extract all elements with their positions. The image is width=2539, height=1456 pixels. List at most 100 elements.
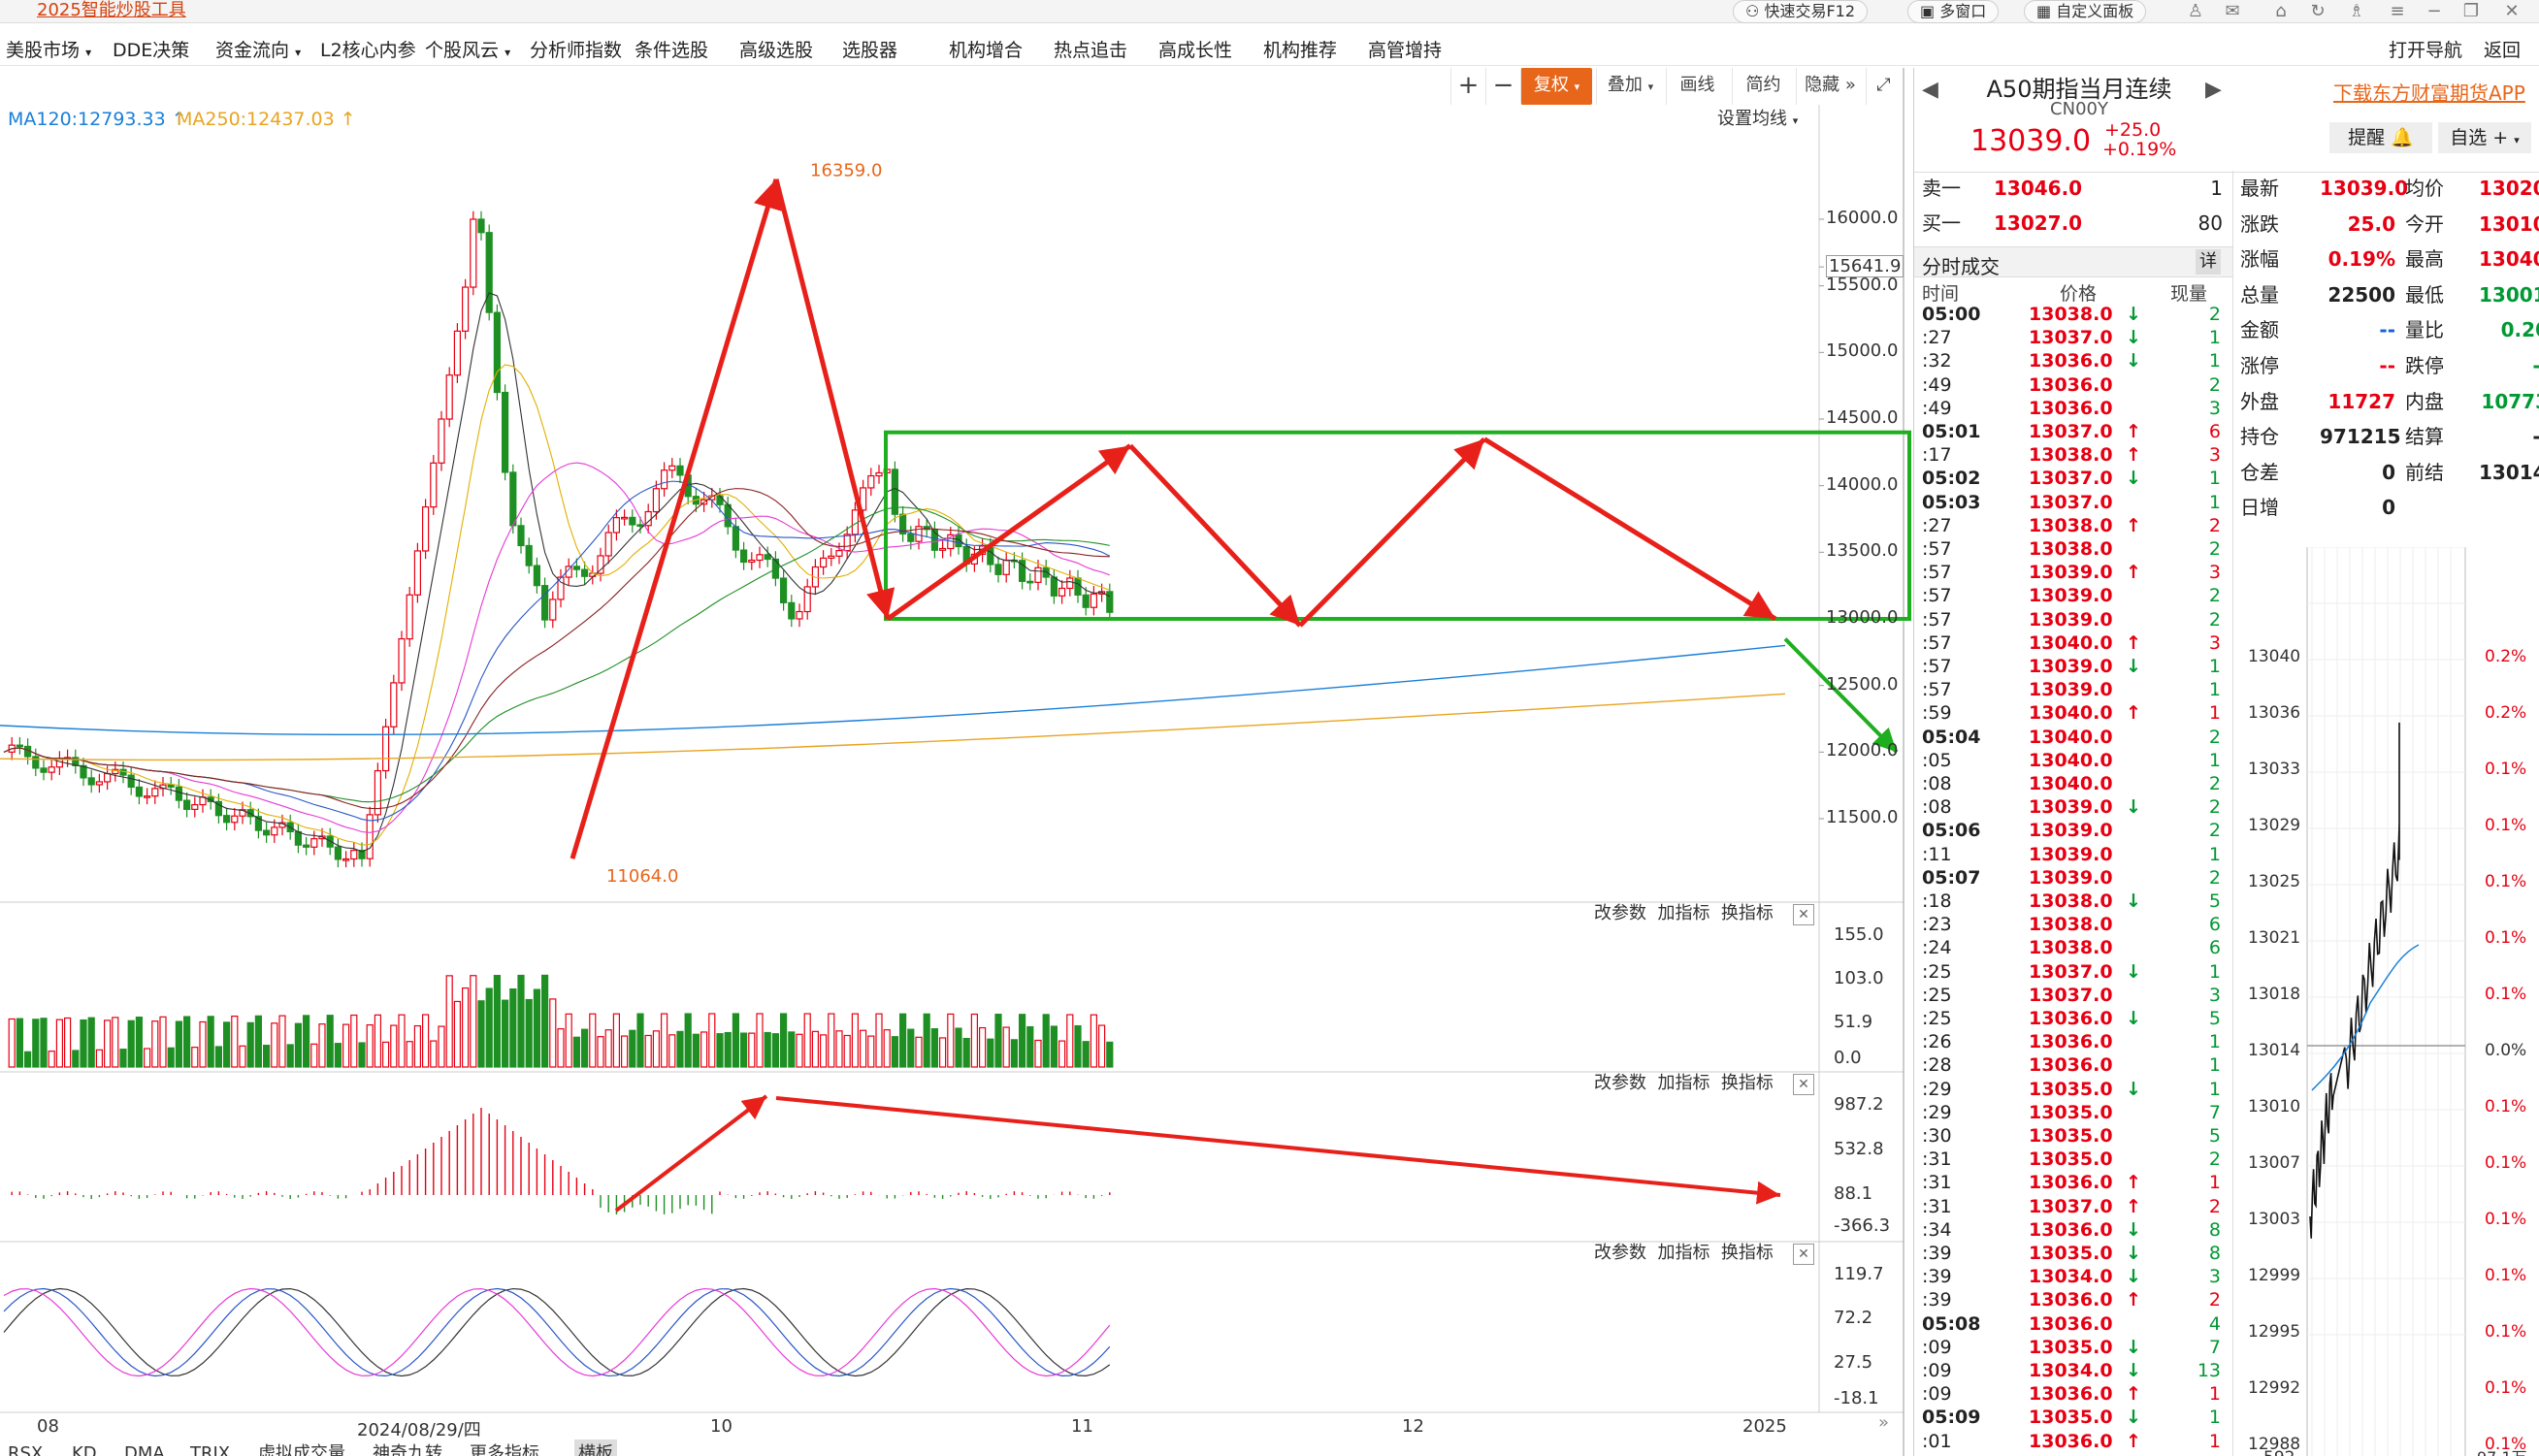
volume-bar (739, 1032, 748, 1068)
multi-window-button[interactable]: ▣ 多窗口 (1907, 0, 2000, 23)
volume-bar (930, 1028, 939, 1068)
tick-time: :09 (1922, 1360, 1952, 1381)
tick-row: 05:03 13037.0 1 (1914, 491, 2225, 514)
stat-label: 量比 (2405, 318, 2444, 342)
self-select-button[interactable]: 自选 + ▾ (2438, 122, 2531, 153)
tab-kd[interactable]: KD (72, 1440, 97, 1456)
panel-icon: ▦ (2036, 2, 2057, 20)
tick-price: 13039.0 (2029, 796, 2113, 819)
scroll-right-icon[interactable]: » (1878, 1412, 1889, 1433)
ticks-detail-button[interactable]: 详 (2196, 249, 2221, 275)
tab-dma[interactable]: DMA (124, 1440, 165, 1456)
tick-time: :27 (1922, 514, 1952, 536)
tick-time: :18 (1922, 890, 1952, 912)
next-arrow-icon[interactable]: ▶ (2205, 78, 2222, 102)
add-indicator-button[interactable]: 加指标 (1657, 1243, 1709, 1263)
volume-bar (374, 1014, 381, 1068)
params-button[interactable]: 改参数 (1594, 1243, 1646, 1263)
volume-bar (8, 1018, 16, 1068)
add-indicator-button[interactable]: 加指标 (1657, 903, 1709, 923)
tick-vol: 1 (2208, 1383, 2221, 1406)
switch-indicator-button[interactable]: 换指标 (1721, 1243, 1774, 1263)
home-icon[interactable]: ⌂ (2270, 1, 2292, 22)
stat-value: 22500 (2327, 282, 2395, 307)
volume-bar (604, 1029, 612, 1068)
volume-bar (1018, 1014, 1026, 1068)
tick-price: 13039.0 (2029, 562, 2113, 584)
tick-arrow-icon: ↑ (2126, 562, 2141, 584)
volume-bar (119, 1049, 127, 1068)
kline-chart[interactable]: 16359.0 11064.0 (0, 0, 1913, 1456)
minimize-icon[interactable]: − (2424, 1, 2445, 22)
shirt-icon[interactable]: ♗ (2346, 1, 2367, 22)
tick-time: :31 (1922, 1149, 1952, 1171)
volume-bar (660, 1013, 668, 1068)
add-indicator-button[interactable]: 加指标 (1657, 1073, 1709, 1093)
params-button[interactable]: 改参数 (1594, 1073, 1646, 1093)
price-tick: 15500.0 (1826, 274, 1899, 295)
candle-body (572, 566, 581, 570)
close-icon[interactable]: ✕ (1793, 1244, 1814, 1265)
stat-value: 971215 (2320, 425, 2401, 449)
tab-more-indicators[interactable]: 更多指标 (470, 1440, 539, 1456)
params-button[interactable]: 改参数 (1594, 903, 1646, 923)
tick-time: :30 (1922, 1125, 1952, 1147)
candle-body (668, 465, 676, 471)
candle-body (796, 610, 803, 620)
refresh-icon[interactable]: ↻ (2307, 1, 2328, 22)
tick-arrow-icon: ↓ (2126, 1266, 2141, 1288)
switch-indicator-button[interactable]: 换指标 (1721, 903, 1774, 923)
prev-arrow-icon[interactable]: ◀ (1922, 78, 1938, 102)
candle-body (95, 781, 104, 786)
candle-body (501, 391, 509, 473)
volume-bar (40, 1018, 48, 1068)
user-icon[interactable]: ♙ (2185, 1, 2206, 22)
tick-price: 13037.0 (2029, 1195, 2113, 1217)
open-nav-link[interactable]: 打开导航 (2389, 37, 2462, 66)
candle-body (493, 311, 501, 394)
intraday-pct-label: 0.1% (2485, 1210, 2526, 1229)
remind-button[interactable]: 提醒 🔔 (2329, 122, 2432, 153)
volume-bar (127, 1019, 135, 1068)
close-icon[interactable]: ✕ (1793, 904, 1814, 925)
candle-body (223, 815, 231, 824)
volume-bar (87, 1017, 95, 1068)
mail-icon[interactable]: ✉ (2222, 1, 2243, 22)
volume-bar (771, 1033, 780, 1068)
volume-bar (517, 974, 525, 1068)
tab-magic-nine[interactable]: 神奇九转 (373, 1440, 442, 1456)
candle-body (32, 756, 40, 769)
volume-bar (636, 1013, 644, 1068)
tick-row: 05:02 13037.0 ↓ 1 (1914, 467, 2225, 490)
intraday-pct-label: 0.1% (2485, 928, 2526, 948)
back-link[interactable]: 返回 (2484, 37, 2521, 66)
intraday-chart[interactable]: 13040 13036 13033 13029 13025 13021 13018 13014… (2234, 547, 2539, 1456)
tick-arrow-icon: ↓ (2126, 304, 2141, 325)
volume-bar (382, 1041, 390, 1068)
menu-icon[interactable]: ≡ (2387, 1, 2408, 22)
stat-value: 13040.0 (2479, 247, 2539, 272)
tab-rsx[interactable]: RSX (8, 1440, 43, 1456)
volume-bar (819, 1034, 828, 1068)
candle-body (1090, 593, 1098, 608)
candle-body (167, 784, 175, 788)
tab-horizontal[interactable]: 横板 (574, 1440, 617, 1456)
candle-body (350, 850, 358, 860)
ma120-line (0, 644, 1786, 736)
tick-time: :25 (1922, 1008, 1952, 1029)
download-app-link[interactable]: 下载东方财富期货APP (2333, 78, 2525, 106)
switch-indicator-button[interactable]: 换指标 (1721, 1073, 1774, 1093)
candle-body (1066, 577, 1074, 590)
volume-bar (676, 1030, 684, 1068)
volume-bar (883, 1029, 891, 1068)
maximize-icon[interactable]: ❐ (2460, 1, 2482, 22)
tick-arrow-icon: ↓ (2126, 1407, 2141, 1429)
volume-bar (700, 1031, 708, 1068)
close-icon[interactable]: ✕ (2501, 1, 2523, 22)
tab-virtual-volume[interactable]: 虚拟成交量 (258, 1440, 345, 1456)
custom-panel-button[interactable]: ▦ 自定义面板 (2024, 0, 2147, 23)
volume-bar (708, 1013, 716, 1068)
close-icon[interactable]: ✕ (1793, 1074, 1814, 1095)
candle-body (144, 795, 151, 798)
tab-trix[interactable]: TRIX (190, 1440, 230, 1456)
